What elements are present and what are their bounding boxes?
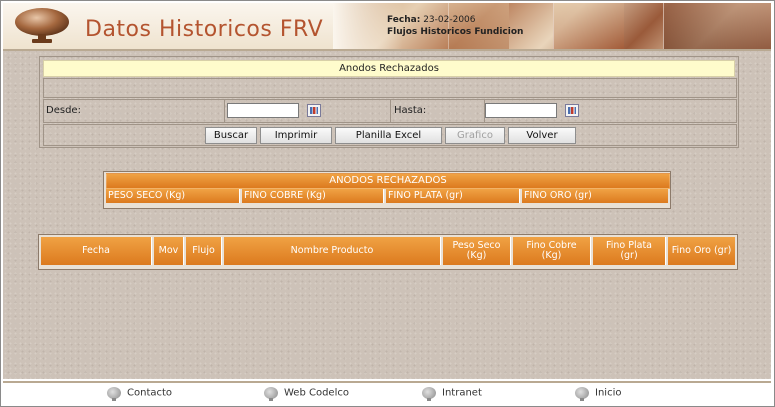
header-subtitle: Flujos Historicos Fundicion: [387, 27, 524, 37]
hasta-calendar-icon[interactable]: [565, 104, 579, 117]
codelco-logo-icon: [15, 8, 69, 43]
detail-col-mov: Mov: [154, 237, 184, 265]
desde-calendar-icon[interactable]: [307, 104, 321, 117]
desde-label: Desde:: [46, 105, 81, 116]
footer-link-label: Inicio: [595, 387, 622, 399]
summary-col-peso-seco: PESO SECO (Kg): [106, 189, 240, 203]
summary-col-fino-oro: FINO ORO (gr): [522, 189, 668, 203]
detail-col-label: Flujo: [192, 245, 215, 256]
summary-table-title: ANODOS RECHAZADOS: [106, 173, 670, 189]
detail-col-label: Nombre Producto: [290, 245, 374, 256]
detail-col-unit: (Kg): [466, 250, 487, 261]
desde-input-cell: [225, 100, 391, 122]
detail-col-fino-cobre: Fino Cobre (Kg): [513, 237, 591, 265]
header-info: Fecha: 23-02-2006 Flujos Historicos Fund…: [387, 14, 523, 38]
detail-col-unit: (Kg): [541, 250, 562, 261]
imprimir-button[interactable]: Imprimir: [260, 127, 332, 144]
detail-col-nombre-producto: Nombre Producto: [224, 237, 441, 265]
main-content: Anodos Rechazados Desde: Hasta: Buscar I…: [3, 51, 771, 379]
detail-col-fino-oro: Fino Oro (gr): [668, 237, 735, 265]
planilla-excel-button[interactable]: Planilla Excel: [335, 127, 442, 144]
summary-col-fino-cobre: FINO COBRE (Kg): [242, 189, 384, 203]
volver-button[interactable]: Volver: [508, 127, 576, 144]
hasta-label-cell: Hasta:: [391, 100, 485, 122]
globe-icon: [264, 387, 278, 401]
footer-link-label: Contacto: [127, 387, 173, 399]
globe-icon: [575, 387, 589, 401]
detail-col-peso-seco: Peso Seco (Kg): [443, 237, 511, 265]
actions-row: Buscar Imprimir Planilla Excel Grafico V…: [43, 124, 737, 146]
footer-link-web-codelco[interactable]: Web Codelco: [264, 387, 349, 403]
footer-link-label: Web Codelco: [284, 387, 349, 399]
fecha-label: Fecha:: [387, 15, 421, 25]
footer-link-contacto[interactable]: Contacto: [107, 387, 172, 403]
date-range-row: Desde: Hasta:: [43, 99, 737, 123]
footer-link-inicio[interactable]: Inicio: [575, 387, 621, 403]
footer-link-label: Intranet: [442, 387, 482, 399]
page-header: Datos Historicos FRV Fecha: 23-02-2006 F…: [3, 3, 771, 51]
detail-col-label: Mov: [158, 245, 179, 256]
globe-icon: [422, 387, 436, 401]
section-title: Anodos Rechazados: [43, 60, 735, 77]
hasta-input[interactable]: [485, 103, 557, 118]
desde-input[interactable]: [227, 103, 299, 118]
detail-table: Fecha Mov Flujo Nombre Producto Peso Sec…: [38, 234, 738, 270]
detail-col-unit: (gr): [620, 250, 638, 261]
empty-row: [43, 78, 737, 98]
footer-link-intranet[interactable]: Intranet: [422, 387, 482, 403]
page-footer: Contacto Web Codelco Intranet Inicio: [3, 381, 771, 405]
fecha-value: 23-02-2006: [423, 15, 476, 25]
app-title: Datos Historicos FRV: [85, 17, 324, 42]
globe-icon: [107, 387, 121, 401]
detail-col-fino-plata: Fino Plata (gr): [593, 237, 666, 265]
hasta-label: Hasta:: [394, 105, 427, 116]
filter-panel: Anodos Rechazados Desde: Hasta: Buscar I…: [39, 56, 739, 148]
grafico-button: Grafico: [445, 127, 505, 144]
detail-col-flujo: Flujo: [186, 237, 222, 265]
detail-col-label: Fecha: [82, 245, 110, 256]
hasta-input-cell: [485, 100, 736, 122]
summary-table: ANODOS RECHAZADOS PESO SECO (Kg) FINO CO…: [103, 171, 671, 209]
detail-col-label: Fino Oro (gr): [671, 245, 732, 256]
detail-col-fecha: Fecha: [41, 237, 152, 265]
buscar-button[interactable]: Buscar: [205, 127, 257, 144]
desde-label-cell: Desde:: [44, 100, 225, 122]
summary-col-fino-plata: FINO PLATA (gr): [386, 189, 520, 203]
